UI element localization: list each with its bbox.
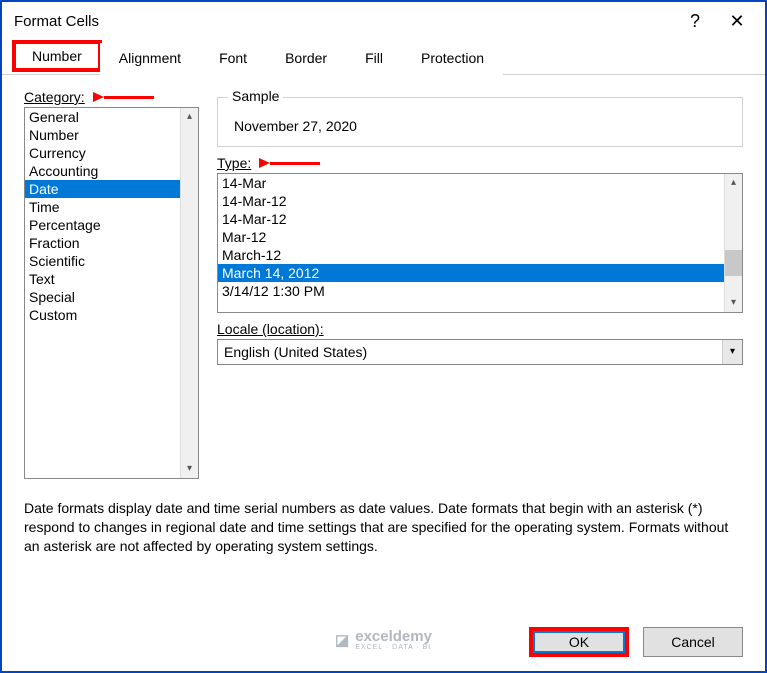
scroll-track[interactable] xyxy=(181,126,198,460)
category-item[interactable]: Currency xyxy=(25,144,180,162)
category-label: Category: xyxy=(24,89,85,105)
category-item[interactable]: Special xyxy=(25,288,180,306)
sample-value: November 27, 2020 xyxy=(228,114,732,136)
category-item[interactable]: Accounting xyxy=(25,162,180,180)
cancel-button[interactable]: Cancel xyxy=(643,627,743,657)
arrow-icon xyxy=(93,92,104,102)
category-listbox[interactable]: General Number Currency Accounting Date … xyxy=(24,107,199,479)
category-item[interactable]: Scientific xyxy=(25,252,180,270)
category-item[interactable]: Text xyxy=(25,270,180,288)
type-item[interactable]: March-12 xyxy=(218,246,724,264)
sample-box: Sample November 27, 2020 xyxy=(217,97,743,147)
locale-combobox[interactable]: English (United States) ▾ xyxy=(217,339,743,365)
type-item[interactable]: 3/14/12 1:30 PM xyxy=(218,282,724,300)
category-panel: Category: General Number Currency Accoun… xyxy=(24,89,199,479)
watermark: ◪ exceldemy EXCEL · DATA · BI xyxy=(335,629,432,651)
chevron-down-icon[interactable]: ▾ xyxy=(722,340,742,364)
tab-alignment[interactable]: Alignment xyxy=(100,43,200,75)
watermark-name: exceldemy xyxy=(355,629,432,644)
tab-number[interactable]: Number xyxy=(12,40,102,72)
tab-strip: Number Alignment Font Border Fill Protec… xyxy=(2,42,765,75)
type-item[interactable]: 14-Mar-12 xyxy=(218,210,724,228)
dialog-title: Format Cells xyxy=(14,13,673,30)
tab-protection[interactable]: Protection xyxy=(402,43,503,75)
content-area: Category: General Number Currency Accoun… xyxy=(2,75,765,615)
titlebar: Format Cells ? ✕ xyxy=(2,2,765,40)
watermark-sub: EXCEL · DATA · BI xyxy=(355,644,432,651)
category-item[interactable]: Time xyxy=(25,198,180,216)
category-item[interactable]: Custom xyxy=(25,306,180,324)
right-panel: Sample November 27, 2020 Type: 14-Mar 14… xyxy=(217,89,743,479)
locale-value: English (United States) xyxy=(218,344,722,360)
type-listbox[interactable]: 14-Mar 14-Mar-12 14-Mar-12 Mar-12 March-… xyxy=(217,173,743,313)
sample-label: Sample xyxy=(228,88,283,104)
logo-icon: ◪ xyxy=(335,631,349,649)
type-scrollbar[interactable]: ▴ ▾ xyxy=(724,174,742,312)
ok-button[interactable]: OK xyxy=(529,627,629,657)
arrow-tail-icon xyxy=(104,96,154,99)
category-item[interactable]: Percentage xyxy=(25,216,180,234)
scroll-track[interactable] xyxy=(725,192,742,294)
scroll-up-icon[interactable]: ▴ xyxy=(181,108,198,126)
type-item[interactable]: 14-Mar xyxy=(218,174,724,192)
tab-fill[interactable]: Fill xyxy=(346,43,402,75)
category-item[interactable]: Fraction xyxy=(25,234,180,252)
close-button[interactable]: ✕ xyxy=(717,6,757,36)
description-text: Date formats display date and time seria… xyxy=(24,499,743,556)
arrow-icon xyxy=(259,158,270,168)
format-cells-dialog: Format Cells ? ✕ Number Alignment Font B… xyxy=(0,0,767,673)
scroll-down-icon[interactable]: ▾ xyxy=(181,460,198,478)
tab-font[interactable]: Font xyxy=(200,43,266,75)
help-button[interactable]: ? xyxy=(675,6,715,36)
scroll-down-icon[interactable]: ▾ xyxy=(725,294,742,312)
category-scrollbar[interactable]: ▴ ▾ xyxy=(180,108,198,478)
category-item[interactable]: Number xyxy=(25,126,180,144)
type-item[interactable]: March 14, 2012 xyxy=(218,264,724,282)
category-item[interactable]: General xyxy=(25,108,180,126)
category-item[interactable]: Date xyxy=(25,180,180,198)
locale-label: Locale (location): xyxy=(217,321,743,337)
arrow-tail-icon xyxy=(270,162,320,165)
type-item[interactable]: Mar-12 xyxy=(218,228,724,246)
scroll-thumb[interactable] xyxy=(725,250,742,276)
type-label: Type: xyxy=(217,155,251,171)
tab-border[interactable]: Border xyxy=(266,43,346,75)
type-item[interactable]: 14-Mar-12 xyxy=(218,192,724,210)
scroll-up-icon[interactable]: ▴ xyxy=(725,174,742,192)
